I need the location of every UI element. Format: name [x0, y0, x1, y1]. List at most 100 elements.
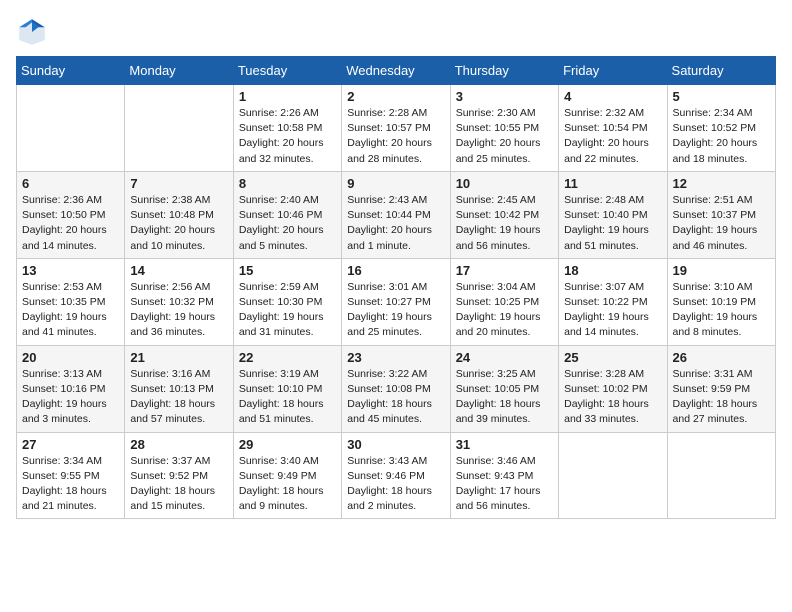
- day-info: Sunrise: 2:28 AM Sunset: 10:57 PM Daylig…: [347, 106, 444, 167]
- week-row-3: 13Sunrise: 2:53 AM Sunset: 10:35 PM Dayl…: [17, 258, 776, 345]
- weekday-header-saturday: Saturday: [667, 57, 775, 85]
- day-number: 18: [564, 263, 661, 278]
- day-number: 11: [564, 176, 661, 191]
- day-info: Sunrise: 3:31 AM Sunset: 9:59 PM Dayligh…: [673, 367, 770, 428]
- day-number: 8: [239, 176, 336, 191]
- header: [16, 16, 776, 48]
- day-cell: [559, 432, 667, 519]
- day-info: Sunrise: 2:38 AM Sunset: 10:48 PM Daylig…: [130, 193, 227, 254]
- day-info: Sunrise: 3:28 AM Sunset: 10:02 PM Daylig…: [564, 367, 661, 428]
- day-number: 14: [130, 263, 227, 278]
- day-number: 24: [456, 350, 553, 365]
- day-info: Sunrise: 3:43 AM Sunset: 9:46 PM Dayligh…: [347, 454, 444, 515]
- day-cell: 26 Sunrise: 3:31 AM Sunset: 9:59 PM Dayli…: [667, 345, 775, 432]
- day-number: 25: [564, 350, 661, 365]
- day-number: 29: [239, 437, 336, 452]
- day-info: Sunrise: 3:10 AM Sunset: 10:19 PM Daylig…: [673, 280, 770, 341]
- weekday-header-tuesday: Tuesday: [233, 57, 341, 85]
- day-number: 22: [239, 350, 336, 365]
- day-cell: 6 Sunrise: 2:36 AM Sunset: 10:50 PM Dayli…: [17, 171, 125, 258]
- day-cell: 11 Sunrise: 2:48 AM Sunset: 10:40 PM Dayl…: [559, 171, 667, 258]
- day-cell: 31Sunrise: 3:46 AM Sunset: 9:43 PM Dayli…: [450, 432, 558, 519]
- day-info: Sunrise: 2:36 AM Sunset: 10:50 PM Daylig…: [22, 193, 119, 254]
- day-number: 1: [239, 89, 336, 104]
- day-number: 26: [673, 350, 770, 365]
- weekday-header-sunday: Sunday: [17, 57, 125, 85]
- day-cell: 23 Sunrise: 3:22 AM Sunset: 10:08 PM Dayl…: [342, 345, 450, 432]
- day-info: Sunrise: 3:22 AM Sunset: 10:08 PM Daylig…: [347, 367, 444, 428]
- day-number: 27: [22, 437, 119, 452]
- day-info: Sunrise: 2:34 AM Sunset: 10:52 PM Daylig…: [673, 106, 770, 167]
- day-cell: 27Sunrise: 3:34 AM Sunset: 9:55 PM Dayli…: [17, 432, 125, 519]
- day-cell: 19 Sunrise: 3:10 AM Sunset: 10:19 PM Dayl…: [667, 258, 775, 345]
- week-row-1: 1 Sunrise: 2:26 AM Sunset: 10:58 PM Dayli…: [17, 85, 776, 172]
- logo: [16, 16, 52, 48]
- weekday-header-row: SundayMondayTuesdayWednesdayThursdayFrid…: [17, 57, 776, 85]
- day-cell: 5 Sunrise: 2:34 AM Sunset: 10:52 PM Dayli…: [667, 85, 775, 172]
- week-row-2: 6 Sunrise: 2:36 AM Sunset: 10:50 PM Dayli…: [17, 171, 776, 258]
- day-info: Sunrise: 3:19 AM Sunset: 10:10 PM Daylig…: [239, 367, 336, 428]
- day-cell: 13Sunrise: 2:53 AM Sunset: 10:35 PM Dayl…: [17, 258, 125, 345]
- day-number: 13: [22, 263, 119, 278]
- day-cell: 21 Sunrise: 3:16 AM Sunset: 10:13 PM Dayl…: [125, 345, 233, 432]
- day-cell: 1 Sunrise: 2:26 AM Sunset: 10:58 PM Dayli…: [233, 85, 341, 172]
- day-cell: [125, 85, 233, 172]
- day-info: Sunrise: 2:30 AM Sunset: 10:55 PM Daylig…: [456, 106, 553, 167]
- day-cell: 30 Sunrise: 3:43 AM Sunset: 9:46 PM Dayli…: [342, 432, 450, 519]
- day-number: 2: [347, 89, 444, 104]
- day-info: Sunrise: 3:16 AM Sunset: 10:13 PM Daylig…: [130, 367, 227, 428]
- day-cell: 16Sunrise: 3:01 AM Sunset: 10:27 PM Dayl…: [342, 258, 450, 345]
- day-number: 28: [130, 437, 227, 452]
- day-cell: 20 Sunrise: 3:13 AM Sunset: 10:16 PM Dayl…: [17, 345, 125, 432]
- day-number: 15: [239, 263, 336, 278]
- day-info: Sunrise: 3:07 AM Sunset: 10:22 PM Daylig…: [564, 280, 661, 341]
- day-info: Sunrise: 2:56 AM Sunset: 10:32 PM Daylig…: [130, 280, 227, 341]
- day-cell: 29 Sunrise: 3:40 AM Sunset: 9:49 PM Dayli…: [233, 432, 341, 519]
- weekday-header-thursday: Thursday: [450, 57, 558, 85]
- day-info: Sunrise: 3:13 AM Sunset: 10:16 PM Daylig…: [22, 367, 119, 428]
- day-cell: 2 Sunrise: 2:28 AM Sunset: 10:57 PM Dayli…: [342, 85, 450, 172]
- day-cell: 14 Sunrise: 2:56 AM Sunset: 10:32 PM Dayl…: [125, 258, 233, 345]
- logo-icon: [16, 16, 48, 48]
- day-cell: 22 Sunrise: 3:19 AM Sunset: 10:10 PM Dayl…: [233, 345, 341, 432]
- day-number: 6: [22, 176, 119, 191]
- day-cell: 25 Sunrise: 3:28 AM Sunset: 10:02 PM Dayl…: [559, 345, 667, 432]
- day-info: Sunrise: 2:45 AM Sunset: 10:42 PM Daylig…: [456, 193, 553, 254]
- day-number: 17: [456, 263, 553, 278]
- weekday-header-wednesday: Wednesday: [342, 57, 450, 85]
- day-number: 23: [347, 350, 444, 365]
- day-info: Sunrise: 3:04 AM Sunset: 10:25 PM Daylig…: [456, 280, 553, 341]
- day-cell: 18 Sunrise: 3:07 AM Sunset: 10:22 PM Dayl…: [559, 258, 667, 345]
- day-number: 30: [347, 437, 444, 452]
- day-number: 21: [130, 350, 227, 365]
- day-number: 20: [22, 350, 119, 365]
- day-cell: 8Sunrise: 2:40 AM Sunset: 10:46 PM Dayli…: [233, 171, 341, 258]
- day-cell: 24 Sunrise: 3:25 AM Sunset: 10:05 PM Dayl…: [450, 345, 558, 432]
- day-cell: [17, 85, 125, 172]
- day-cell: 17 Sunrise: 3:04 AM Sunset: 10:25 PM Dayl…: [450, 258, 558, 345]
- week-row-5: 27Sunrise: 3:34 AM Sunset: 9:55 PM Dayli…: [17, 432, 776, 519]
- day-cell: 3Sunrise: 2:30 AM Sunset: 10:55 PM Dayli…: [450, 85, 558, 172]
- day-info: Sunrise: 2:59 AM Sunset: 10:30 PM Daylig…: [239, 280, 336, 341]
- day-info: Sunrise: 3:37 AM Sunset: 9:52 PM Dayligh…: [130, 454, 227, 515]
- week-row-4: 20 Sunrise: 3:13 AM Sunset: 10:16 PM Dayl…: [17, 345, 776, 432]
- day-cell: 7Sunrise: 2:38 AM Sunset: 10:48 PM Dayli…: [125, 171, 233, 258]
- day-info: Sunrise: 2:48 AM Sunset: 10:40 PM Daylig…: [564, 193, 661, 254]
- day-info: Sunrise: 2:43 AM Sunset: 10:44 PM Daylig…: [347, 193, 444, 254]
- day-number: 19: [673, 263, 770, 278]
- day-info: Sunrise: 3:25 AM Sunset: 10:05 PM Daylig…: [456, 367, 553, 428]
- day-cell: 15 Sunrise: 2:59 AM Sunset: 10:30 PM Dayl…: [233, 258, 341, 345]
- day-number: 10: [456, 176, 553, 191]
- day-info: Sunrise: 2:32 AM Sunset: 10:54 PM Daylig…: [564, 106, 661, 167]
- day-number: 5: [673, 89, 770, 104]
- day-number: 4: [564, 89, 661, 104]
- weekday-header-monday: Monday: [125, 57, 233, 85]
- day-info: Sunrise: 2:26 AM Sunset: 10:58 PM Daylig…: [239, 106, 336, 167]
- day-info: Sunrise: 3:46 AM Sunset: 9:43 PM Dayligh…: [456, 454, 553, 515]
- day-info: Sunrise: 3:40 AM Sunset: 9:49 PM Dayligh…: [239, 454, 336, 515]
- day-cell: 9Sunrise: 2:43 AM Sunset: 10:44 PM Dayli…: [342, 171, 450, 258]
- day-info: Sunrise: 2:51 AM Sunset: 10:37 PM Daylig…: [673, 193, 770, 254]
- day-cell: 28 Sunrise: 3:37 AM Sunset: 9:52 PM Dayli…: [125, 432, 233, 519]
- day-cell: [667, 432, 775, 519]
- day-cell: 10 Sunrise: 2:45 AM Sunset: 10:42 PM Dayl…: [450, 171, 558, 258]
